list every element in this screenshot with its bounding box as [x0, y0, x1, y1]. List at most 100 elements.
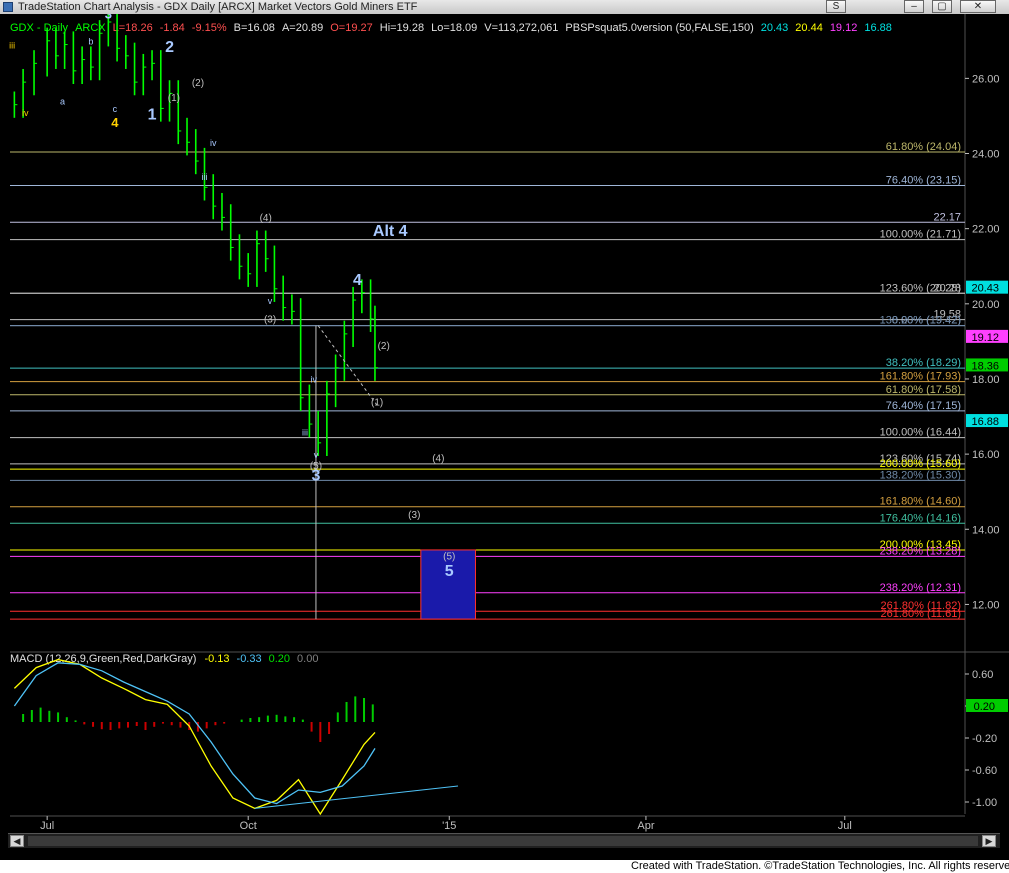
fib-level-label: 61.80% (24.04) [886, 141, 961, 153]
wave-label: iv [22, 108, 29, 118]
wave-label: 5 [445, 563, 454, 580]
wave-label: (5) [443, 551, 455, 562]
fib-level-label: 138.20% (19.42) [880, 315, 961, 327]
wave-label: (3) [264, 315, 276, 326]
header-readout: L=18.26 [113, 22, 153, 34]
macd-readout: -0.33 [237, 653, 262, 665]
header-readout: PBSPsquat5.0version (50,FALSE,150) [565, 22, 753, 34]
macd-tag-label: 0.20 [974, 701, 995, 713]
chart-background [0, 14, 1009, 834]
wave-label: (1) [168, 93, 180, 104]
wave-label: iv [311, 375, 318, 385]
scroll-thumb[interactable] [28, 836, 978, 846]
fib-level-label: 38.20% (18.29) [886, 357, 961, 369]
fib-level-label: 61.80% (17.58) [886, 384, 961, 396]
wave-label: (3) [408, 510, 420, 521]
header-readout: V=113,272,061 [484, 22, 558, 34]
fib-level-label: 76.40% (17.15) [886, 400, 961, 412]
credit-text: Created with TradeStation. ©TradeStation… [631, 860, 1009, 872]
header-readout: -1.84 [160, 22, 185, 34]
wave-label: 4 [111, 115, 119, 130]
wave-label: 3 [311, 467, 320, 484]
maximize-button[interactable]: ▢ [932, 0, 952, 13]
header-readout: Lo=18.09 [431, 22, 477, 34]
header-readout: GDX - Daily [10, 22, 69, 34]
header-readout: O=19.27 [330, 22, 373, 34]
fib-level-label: 238.20% (13.28) [880, 545, 961, 557]
fib-level-label: 200.00% (15.60) [880, 458, 961, 470]
price-tick-label: 14.00 [972, 524, 1000, 536]
macd-readout: -0.13 [204, 653, 229, 665]
price-tick-label: 12.00 [972, 599, 1000, 611]
title-bar[interactable]: TradeStation Chart Analysis - GDX Daily … [0, 0, 1009, 15]
scroll-right-button[interactable]: ▶ [982, 835, 996, 847]
wave-label: c [113, 104, 118, 114]
price-tick-label: 16.00 [972, 449, 1000, 461]
minimize-button[interactable]: ‒ [904, 0, 924, 13]
wave-label: (2) [378, 341, 390, 352]
price-tag-label: 19.12 [971, 332, 999, 344]
fib-level-label: 100.00% (16.44) [880, 427, 961, 439]
time-tick-label: Oct [240, 820, 257, 832]
fib-level-label: 238.20% (12.31) [880, 582, 961, 594]
wave-label: iii [9, 40, 15, 50]
wave-label: 2 [165, 39, 174, 56]
wave-label: (4) [260, 213, 272, 224]
wave-label: Alt 4 [373, 223, 408, 240]
wave-label: 1 [148, 107, 157, 124]
wave-label: b [88, 37, 93, 47]
header-readout: 20.44 [795, 22, 823, 34]
wave-label: a [60, 97, 65, 107]
wave-label: iv [210, 138, 217, 148]
scroll-left-button[interactable]: ◀ [10, 835, 24, 847]
chart-window: TradeStation Chart Analysis - GDX Daily … [0, 0, 1009, 860]
header-readout: 19.12 [830, 22, 858, 34]
fib-level-label: 161.80% (14.60) [880, 496, 961, 508]
header-readout: 16.88 [864, 22, 892, 34]
price-tick-label: 20.00 [972, 299, 1000, 311]
header-readout: 20.43 [761, 22, 789, 34]
wave-label: 3 [105, 14, 112, 21]
gdx-chart[interactable]: GDX - Daily ARCX L=18.26 -1.84 -9.15% B=16.08… [0, 14, 1009, 834]
macd-tick-label: 0.60 [972, 669, 993, 681]
macd-title: MACD (12,26,9,Green,Red,DarkGray) [10, 653, 196, 665]
fib-level-label: 138.20% (15.30) [880, 469, 961, 481]
header-readout: B=16.08 [234, 22, 275, 34]
fib-level-label: 76.40% (23.15) [886, 174, 961, 186]
time-tick-label: Apr [637, 820, 654, 832]
price-tag-label: 20.43 [971, 283, 999, 295]
header-readout: Hi=19.28 [380, 22, 424, 34]
s-button[interactable]: S [826, 0, 846, 13]
time-tick-label: Jul [838, 820, 852, 832]
macd-tick-label: -1.00 [972, 797, 997, 809]
header-readout: A=20.89 [282, 22, 323, 34]
wave-label: (4) [432, 454, 444, 465]
close-button[interactable]: ✕ [960, 0, 996, 13]
fib-level-label: 100.00% (21.71) [880, 229, 961, 241]
tradestation-icon [3, 2, 13, 12]
price-tick-label: 18.00 [972, 374, 1000, 386]
price-tick-label: 26.00 [972, 73, 1000, 85]
macd-tick-label: -0.20 [972, 733, 997, 745]
price-tag-label: 16.88 [971, 416, 999, 428]
wave-label: 4 [353, 272, 362, 289]
wave-label: v [314, 450, 319, 460]
header-readout: ARCX [75, 22, 106, 34]
fib-level-label: 261.80% (11.61) [880, 608, 961, 620]
wave-label: (2) [192, 78, 204, 89]
price-tick-label: 24.00 [972, 149, 1000, 161]
wave-label: iii [201, 172, 207, 182]
time-tick-label: Jul [40, 820, 54, 832]
fib-level-label: 161.80% (17.93) [880, 371, 961, 383]
macd-tick-label: -0.60 [972, 765, 997, 777]
window-title: TradeStation Chart Analysis - GDX Daily … [18, 1, 418, 13]
time-tick-label: '15 [442, 820, 456, 832]
fib-level-label: 176.40% (14.16) [880, 512, 961, 524]
wave-label: (1) [371, 397, 383, 408]
fib-level-label: 22.17 [933, 211, 961, 223]
wave-label: v [268, 296, 273, 306]
macd-readout: 0.20 [269, 653, 290, 665]
horizontal-scrollbar[interactable]: ◀ ▶ [8, 833, 1000, 848]
fib-level-label: 20.28 [933, 282, 961, 294]
header-readout: -9.15% [192, 22, 227, 34]
